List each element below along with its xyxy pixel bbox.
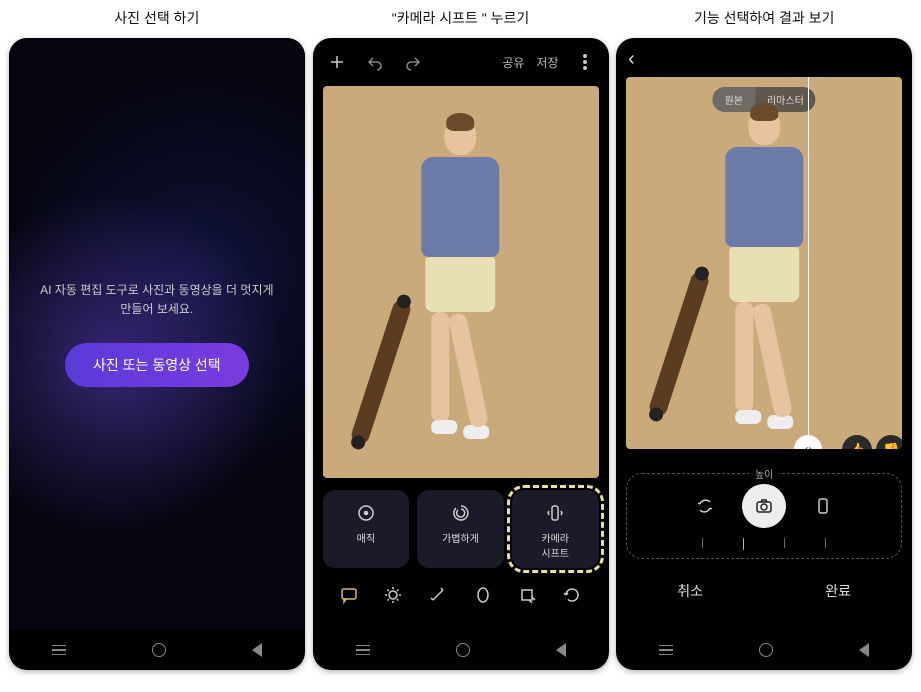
tool-label: 카메라 시프트 — [541, 530, 569, 560]
back-icon[interactable] — [859, 643, 869, 657]
promo-text: AI 자동 편집 도구로 사진과 동영상을 더 멋지게 만들어 보세요. — [40, 281, 273, 319]
back-icon[interactable] — [252, 643, 262, 657]
phone-rotate-icon — [544, 502, 566, 524]
swirl-icon — [450, 502, 472, 524]
slider-ticks[interactable] — [702, 538, 826, 550]
tool-card-lighten[interactable]: 가볍하게 — [417, 490, 504, 568]
home-icon[interactable] — [456, 643, 470, 657]
select-media-button[interactable]: 사진 또는 동영상 선택 — [65, 343, 249, 387]
home-icon[interactable] — [152, 643, 166, 657]
photo-preview[interactable] — [323, 86, 599, 478]
rotate-icon[interactable] — [561, 584, 583, 606]
done-button[interactable]: 완료 — [825, 581, 851, 601]
add-icon[interactable] — [323, 48, 351, 76]
photo-compare[interactable]: 원본 리마스터 ‹› 👍 👎 — [626, 77, 902, 449]
phone-screen-2: 공유 저장 매 — [313, 38, 609, 670]
caption-2: "카메라 시프트 " 누르기 — [392, 8, 530, 28]
save-button[interactable]: 저장 — [536, 54, 558, 71]
tool-card-magic[interactable]: 매직 — [323, 490, 410, 568]
undo-icon[interactable] — [361, 48, 389, 76]
brightness-icon[interactable] — [382, 584, 404, 606]
caption-3: 기능 선택하여 결과 보기 — [694, 8, 834, 28]
tool-label: 매직 — [357, 530, 375, 545]
target-icon — [355, 502, 377, 524]
phone-screen-3: ‹ 원본 리마스터 ‹› — [616, 38, 912, 670]
share-button[interactable]: 공유 — [502, 54, 524, 71]
more-icon[interactable] — [571, 48, 599, 76]
recents-icon[interactable] — [659, 645, 673, 656]
portrait-icon[interactable] — [804, 487, 842, 525]
home-icon[interactable] — [759, 643, 773, 657]
adjust-label: 높이 — [749, 466, 779, 481]
android-navbar — [313, 630, 609, 670]
cancel-button[interactable]: 취소 — [677, 581, 703, 601]
android-navbar — [9, 630, 305, 670]
recents-icon[interactable] — [356, 645, 370, 656]
split-divider — [808, 77, 809, 449]
android-navbar — [616, 630, 912, 670]
sync-icon[interactable] — [686, 487, 724, 525]
camera-center-icon[interactable] — [742, 484, 786, 528]
phone-screen-1: AI 자동 편집 도구로 사진과 동영상을 더 멋지게 만들어 보세요. 사진 … — [9, 38, 305, 670]
split-handle-icon[interactable]: ‹› — [794, 435, 822, 449]
chat-icon[interactable] — [338, 584, 360, 606]
adjust-panel: 높이 — [626, 473, 902, 559]
thumbs-down-icon[interactable]: 👎 — [876, 435, 902, 449]
thumbs-up-icon[interactable]: 👍 — [842, 435, 872, 449]
wand-icon[interactable] — [427, 584, 449, 606]
oval-icon[interactable] — [472, 584, 494, 606]
crop-icon[interactable] — [516, 584, 538, 606]
redo-icon[interactable] — [399, 48, 427, 76]
back-icon[interactable] — [556, 643, 566, 657]
recents-icon[interactable] — [52, 645, 66, 656]
back-arrow-icon[interactable]: ‹ — [628, 48, 635, 70]
tool-card-camera-shift[interactable]: 카메라 시프트 — [512, 490, 599, 568]
tool-label: 가볍하게 — [442, 530, 479, 545]
caption-1: 사진 선택 하기 — [114, 8, 199, 28]
